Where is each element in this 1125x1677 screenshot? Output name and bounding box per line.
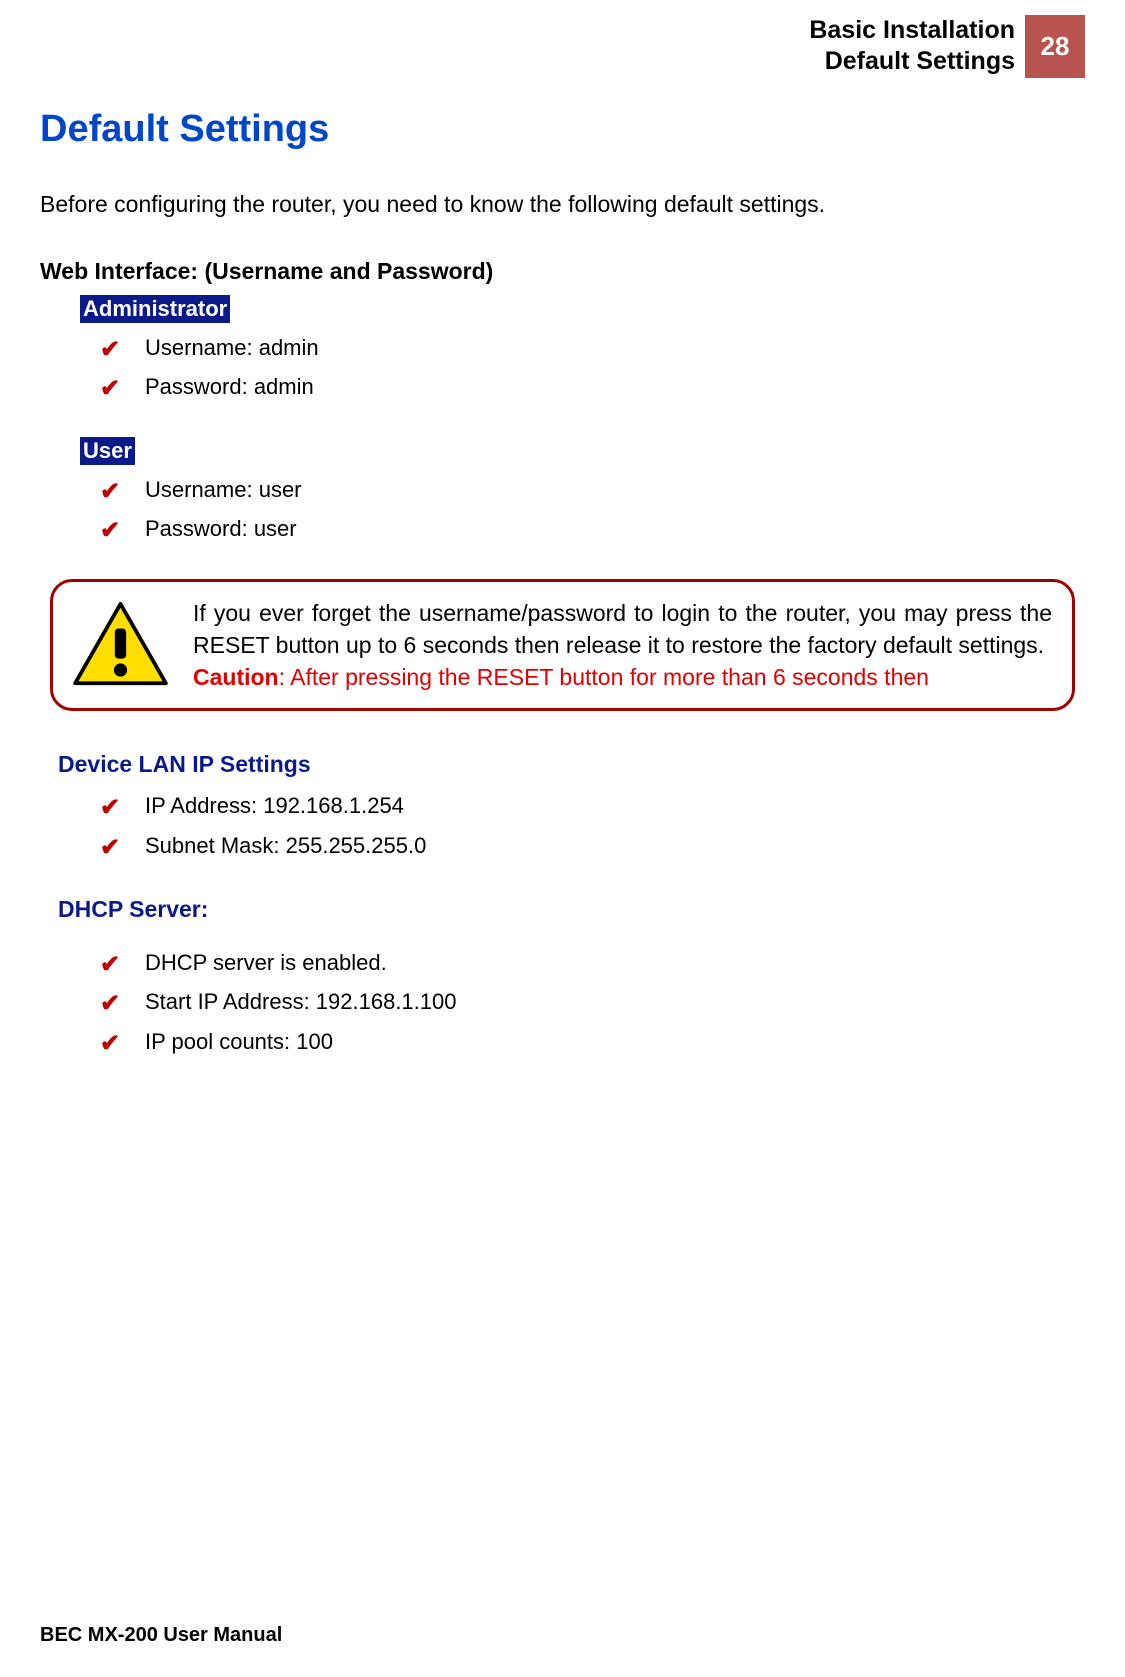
user-password: Password: user xyxy=(100,509,1085,549)
dhcp-start: Start IP Address: 192.168.1.100 xyxy=(100,982,1085,1022)
role-user: User xyxy=(80,437,135,465)
lan-mask: Subnet Mask: 255.255.255.0 xyxy=(100,826,1085,866)
dhcp-enabled: DHCP server is enabled. xyxy=(100,943,1085,983)
lan-ip: IP Address: 192.168.1.254 xyxy=(100,786,1085,826)
lan-settings-list: IP Address: 192.168.1.254 Subnet Mask: 2… xyxy=(100,786,1085,865)
intro-text: Before configuring the router, you need … xyxy=(40,191,1085,218)
dhcp-list: DHCP server is enabled. Start IP Address… xyxy=(100,943,1085,1062)
user-credentials-list: Username: user Password: user xyxy=(100,470,1085,549)
warning-box: If you ever forget the username/password… xyxy=(50,579,1075,712)
user-username: Username: user xyxy=(100,470,1085,510)
page-number: 28 xyxy=(1025,15,1085,78)
warning-icon xyxy=(73,602,168,687)
caution-rest: : After pressing the RESET button for mo… xyxy=(279,664,929,690)
header-title-block: Basic Installation Default Settings xyxy=(809,15,1025,78)
web-interface-label: Web Interface: (Username and Password) xyxy=(40,258,1085,285)
admin-username: Username: admin xyxy=(100,328,1085,368)
page-header: Basic Installation Default Settings 28 xyxy=(40,15,1085,78)
lan-settings-title: Device LAN IP Settings xyxy=(58,751,1085,778)
page-title: Default Settings xyxy=(40,108,1085,151)
warning-body: If you ever forget the username/password… xyxy=(193,600,1052,658)
warning-text: If you ever forget the username/password… xyxy=(193,597,1052,694)
footer-text: BEC MX-200 User Manual xyxy=(40,1624,282,1647)
header-line-2: Default Settings xyxy=(809,46,1015,77)
dhcp-title: DHCP Server: xyxy=(58,896,1085,923)
header-line-1: Basic Installation xyxy=(809,15,1015,46)
role-administrator: Administrator xyxy=(80,295,230,323)
dhcp-pool: IP pool counts: 100 xyxy=(100,1022,1085,1062)
caution-label: Caution xyxy=(193,664,279,690)
admin-password: Password: admin xyxy=(100,367,1085,407)
admin-credentials-list: Username: admin Password: admin xyxy=(100,328,1085,407)
